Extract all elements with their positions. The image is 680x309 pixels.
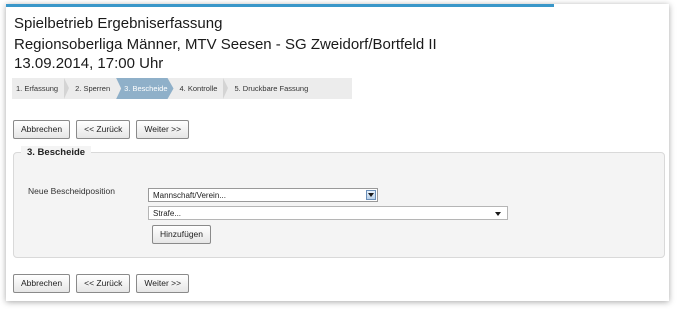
team-select[interactable]: Mannschaft/Verein...: [148, 188, 378, 202]
bottom-button-row: Abbrechen << Zurück Weiter >>: [13, 274, 190, 293]
dropdown-button[interactable]: [366, 190, 376, 200]
main-panel: Spielbetrieb Ergebniserfassung Regionsob…: [6, 4, 669, 301]
add-button[interactable]: Hinzufügen: [152, 225, 212, 244]
penalty-select[interactable]: Strafe...: [148, 206, 508, 220]
team-select-value: Mannschaft/Verein...: [153, 191, 226, 200]
next-button[interactable]: Weiter >>: [136, 120, 190, 139]
page-title: Spielbetrieb Ergebniserfassung: [14, 15, 223, 32]
bescheide-section: 3. Bescheide Neue Bescheidposition Manns…: [13, 146, 665, 258]
accent-line: [6, 4, 554, 7]
chevron-down-icon: [368, 193, 374, 197]
back-button[interactable]: << Zurück: [76, 120, 131, 139]
chevron-down-icon: [495, 212, 501, 216]
step-bescheide[interactable]: 3. Bescheide: [116, 78, 173, 99]
back-button[interactable]: << Zurück: [76, 274, 131, 293]
step-sperren[interactable]: 2. Sperren: [69, 78, 116, 99]
section-legend: 3. Bescheide: [21, 146, 92, 160]
penalty-select-value: Strafe...: [153, 209, 182, 218]
top-button-row: Abbrechen << Zurück Weiter >>: [13, 120, 190, 139]
step-druckbare-fassung[interactable]: 5. Druckbare Fassung: [228, 78, 314, 99]
match-title: Regionsoberliga Männer, MTV Seesen - SG …: [14, 36, 437, 53]
wizard-steps: 1. Erfassung 2. Sperren 3. Bescheide 4. …: [12, 78, 352, 99]
next-button[interactable]: Weiter >>: [136, 274, 190, 293]
bescheid-label: Neue Bescheidposition: [28, 186, 115, 196]
cancel-button[interactable]: Abbrechen: [13, 274, 71, 293]
step-kontrolle[interactable]: 4. Kontrolle: [174, 78, 224, 99]
cancel-button[interactable]: Abbrechen: [13, 120, 71, 139]
step-erfassung[interactable]: 1. Erfassung: [12, 78, 64, 99]
match-datetime: 13.09.2014, 17:00 Uhr: [14, 55, 164, 72]
